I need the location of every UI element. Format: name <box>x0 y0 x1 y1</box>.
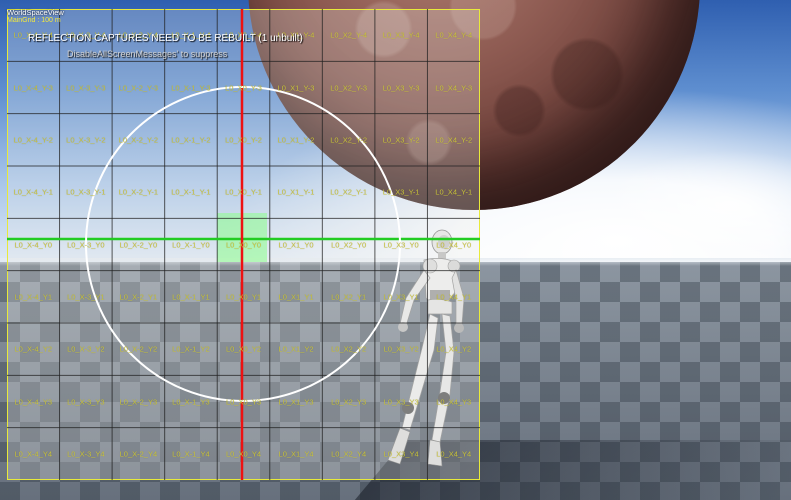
cell-label: L0_X-2_Y3 <box>119 397 158 406</box>
cell-label: L0_X1_Y0 <box>278 240 314 249</box>
cell-label: L0_X4_Y0 <box>436 240 472 249</box>
cell-label: L0_X4_Y-2 <box>435 135 473 145</box>
cell-label: L0_X-1_Y4 <box>172 449 210 459</box>
cell-label: L0_X-1_Y2 <box>172 344 210 354</box>
cell-label: L0_X2_Y-4 <box>330 30 368 40</box>
cell-label: L0_X-2_Y-3 <box>118 83 159 92</box>
cell-label: L0_X-4_Y-1 <box>13 187 53 197</box>
cell-label: L0_X4_Y3 <box>436 397 472 406</box>
cell-label: L0_X-4_Y4 <box>14 449 53 459</box>
cell-label: L0_X0_Y-1 <box>225 187 262 197</box>
cell-label: L0_X2_Y0 <box>331 240 367 249</box>
cell-label: L0_X-3_Y2 <box>67 344 105 354</box>
cell-label: L0_X2_Y-1 <box>330 187 368 197</box>
cell-label: L0_X3_Y-4 <box>382 30 420 40</box>
reflection-warning: REFLECTION CAPTURES NEED TO BE REBUILT (… <box>28 33 303 44</box>
cell-label: L0_X2_Y3 <box>331 397 367 406</box>
hud-title: WorldSpaceView <box>7 8 64 17</box>
cell-label: L0_X-4_Y0 <box>14 240 53 249</box>
cell-label: L0_X4_Y4 <box>436 449 472 459</box>
cell-label: L0_X-1_Y-1 <box>171 187 211 197</box>
cell-label: L0_X4_Y-3 <box>435 83 473 92</box>
cell-label: L0_X2_Y-2 <box>330 135 368 145</box>
cell-label: L0_X2_Y2 <box>331 344 367 354</box>
cell-label: L0_X-3_Y4 <box>67 449 105 459</box>
cell-label: L0_X-3_Y3 <box>67 397 105 406</box>
cell-label: L0_X-2_Y-1 <box>118 187 159 197</box>
cell-label: L0_X-2_Y-2 <box>118 135 159 145</box>
cell-label: L0_X-2_Y4 <box>119 449 158 459</box>
cell-label: L0_X-2_Y0 <box>119 240 158 249</box>
cell-label: L0_X-4_Y2 <box>14 344 53 354</box>
cell-label: L0_X-4_Y3 <box>14 397 53 406</box>
cell-label: L0_X-2_Y1 <box>119 292 158 302</box>
cell-label: L0_X3_Y-3 <box>382 83 420 92</box>
cell-label: L0_X2_Y1 <box>331 292 367 302</box>
cell-label: L0_X4_Y-1 <box>435 187 473 197</box>
cell-label: L0_X1_Y2 <box>278 344 314 354</box>
cell-label: L0_X0_Y1 <box>225 292 262 302</box>
cell-label: L0_X3_Y-1 <box>382 187 420 197</box>
cell-label: L0_X3_Y4 <box>383 449 419 459</box>
cell-label: L0_X1_Y1 <box>278 292 314 302</box>
cell-label: L0_X0_Y2 <box>225 344 262 354</box>
cell-label: L0_X4_Y2 <box>436 344 472 354</box>
cell-labels: L0_X-4_Y-4 L0_X-3_Y-4 L0_X-2_Y-4 L0_X-1_Y-4… <box>7 9 480 480</box>
cell-label: L0_X-4_Y1 <box>14 292 53 302</box>
cell-label: L0_X0_Y-2 <box>225 135 262 145</box>
cell-label: L0_X-1_Y3 <box>172 397 210 406</box>
viewport[interactable]: L0_X-4_Y-4 L0_X-3_Y-4 L0_X-2_Y-4 L0_X-1_Y-4… <box>0 0 791 500</box>
cell-label: L0_X-3_Y1 <box>67 292 105 302</box>
cell-label: L0_X1_Y-1 <box>277 187 315 197</box>
cell-label: L0_X-1_Y1 <box>172 292 210 302</box>
cell-label: L0_X-4_Y-2 <box>13 135 53 145</box>
cell-label: L0_X-3_Y-2 <box>66 135 106 145</box>
cell-label: L0_X1_Y3 <box>278 397 314 406</box>
cell-label: L0_X-1_Y-2 <box>171 135 211 145</box>
hud-grid-size: MainGrid : 100 m <box>7 17 61 24</box>
cell-label: L0_X1_Y-3 <box>277 83 315 92</box>
cell-label: L0_X3_Y2 <box>383 344 419 354</box>
suppress-hint: DisableAllScreenMessages' to suppress <box>67 49 228 59</box>
cell-label: L0_X0_Y0 <box>225 240 262 249</box>
cell-label: L0_X2_Y-3 <box>330 83 368 92</box>
cell-label: L0_X0_Y-3 <box>225 83 262 92</box>
cell-label: L0_X4_Y-4 <box>435 30 473 40</box>
cell-label: L0_X-1_Y-3 <box>171 83 211 92</box>
cell-label: L0_X3_Y-2 <box>382 135 420 145</box>
cell-label: L0_X-3_Y-1 <box>66 187 106 197</box>
cell-label: L0_X0_Y3 <box>225 397 262 406</box>
cell-label: L0_X-4_Y-3 <box>13 83 53 92</box>
cell-label: L0_X-3_Y0 <box>67 240 105 249</box>
cell-label: L0_X-1_Y0 <box>172 240 210 249</box>
cell-label: L0_X4_Y1 <box>436 292 472 302</box>
cell-label: L0_X2_Y4 <box>331 449 367 459</box>
cell-label: L0_X3_Y1 <box>383 292 419 302</box>
cell-label: L0_X1_Y4 <box>278 449 314 459</box>
cell-label: L0_X3_Y3 <box>383 397 419 406</box>
cell-label: L0_X0_Y4 <box>225 449 262 459</box>
cell-label: L0_X-2_Y2 <box>119 344 158 354</box>
cell-label: L0_X1_Y-2 <box>277 135 315 145</box>
cell-label: L0_X-3_Y-3 <box>66 83 106 92</box>
cell-label: L0_X3_Y0 <box>383 240 419 249</box>
